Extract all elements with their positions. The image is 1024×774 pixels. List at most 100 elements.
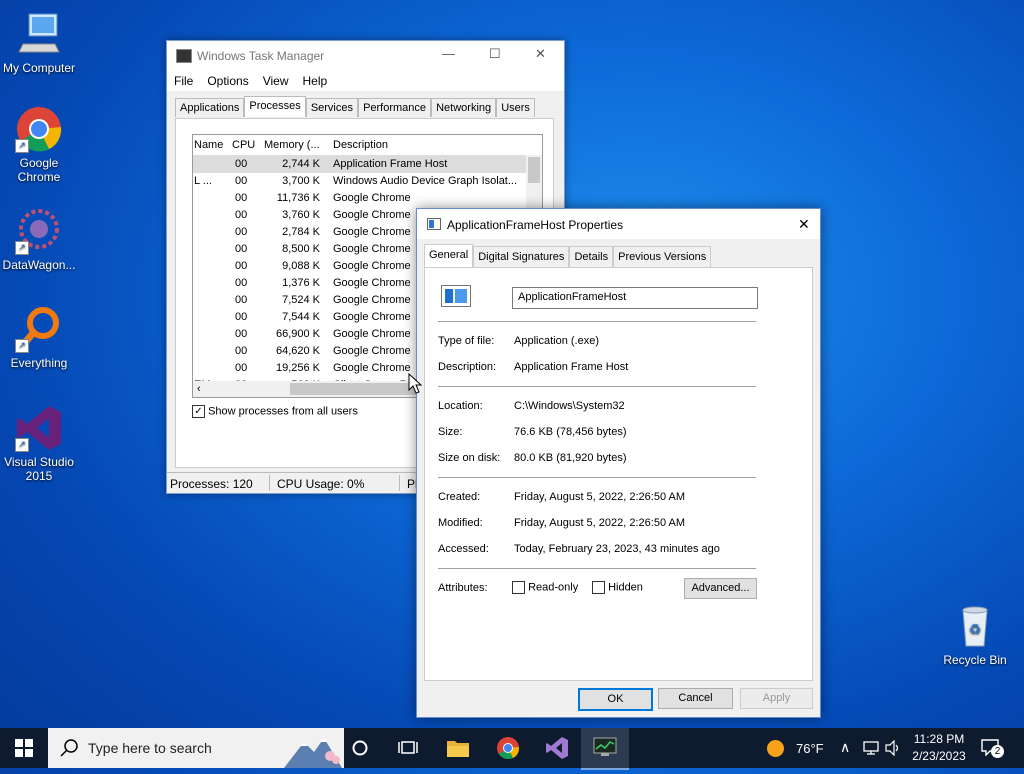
- process-cpu-cell: 00: [235, 345, 248, 357]
- desktop-icon-everything[interactable]: ↗ Everything: [0, 305, 78, 370]
- table-row[interactable]: 00 11,736 K Google Chrome: [193, 190, 542, 207]
- maximize-icon[interactable]: ☐: [489, 46, 501, 62]
- process-description-cell: Google Chrome: [333, 294, 411, 306]
- modified-value: Friday, August 5, 2022, 2:26:50 AM: [514, 517, 686, 529]
- shortcut-arrow-icon: ↗: [15, 438, 29, 452]
- dialog-title-bar[interactable]: ApplicationFrameHost Properties ✕: [417, 209, 820, 239]
- type-value: Application (.exe): [514, 335, 599, 347]
- desktop-icon-visual-studio[interactable]: ↗ Visual Studio 2015: [0, 404, 78, 483]
- tab-users[interactable]: Users: [496, 98, 535, 117]
- column-memory[interactable]: Memory (...: [264, 139, 320, 151]
- size-value: 76.6 KB (78,456 bytes): [514, 426, 627, 438]
- process-name-cell: L ...: [194, 175, 212, 187]
- desktop-icon-datawagon[interactable]: ↗ DataWagon...: [0, 207, 78, 272]
- readonly-checkbox[interactable]: Read-only: [512, 581, 578, 594]
- created-value: Friday, August 5, 2022, 2:26:50 AM: [514, 491, 686, 503]
- search-box[interactable]: Type here to search: [48, 728, 344, 768]
- weather-temperature: 76°F: [796, 741, 824, 756]
- weather-sun-icon: [767, 740, 784, 757]
- tab-networking[interactable]: Networking: [431, 98, 497, 117]
- cancel-button[interactable]: Cancel: [658, 688, 733, 709]
- checkbox-unchecked-icon[interactable]: [592, 581, 605, 594]
- checkbox-label: Show processes from all users: [208, 405, 358, 418]
- tab-general[interactable]: General: [424, 244, 474, 267]
- show-all-users-checkbox[interactable]: ✓ Show processes from all users: [192, 405, 358, 418]
- task-manager-icon: [176, 49, 192, 63]
- size-on-disk-value: 80.0 KB (81,920 bytes): [514, 452, 627, 464]
- checkbox-checked-icon[interactable]: ✓: [192, 405, 205, 418]
- desktop-icon-label: Visual Studio 2015: [4, 455, 74, 483]
- cortana-button[interactable]: [336, 728, 384, 768]
- desktop-icon-label: DataWagon...: [2, 258, 76, 272]
- table-row[interactable]: L ... 00 3,700 K Windows Audio Device Graph…: [193, 173, 542, 190]
- tab-strip: Applications Processes Services Performa…: [175, 96, 535, 118]
- tab-services[interactable]: Services: [305, 98, 358, 117]
- close-icon[interactable]: ✕: [798, 216, 810, 233]
- menu-help[interactable]: Help: [296, 71, 335, 91]
- status-divider: [399, 475, 400, 491]
- process-memory-cell: 3,760 K: [282, 209, 320, 221]
- column-cpu[interactable]: CPU: [232, 139, 255, 151]
- tab-details[interactable]: Details: [569, 246, 614, 267]
- taskbar-task-manager[interactable]: [581, 728, 629, 770]
- shortcut-arrow-icon: ↗: [15, 241, 29, 255]
- process-memory-cell: 2,744 K: [282, 158, 320, 170]
- folder-icon: [447, 741, 469, 757]
- menu-options[interactable]: Options: [200, 71, 255, 91]
- tab-processes[interactable]: Processes: [244, 96, 306, 117]
- process-cpu-cell: 00: [235, 226, 248, 238]
- tab-applications[interactable]: Applications: [175, 98, 245, 117]
- desktop-icon-my-computer[interactable]: My Computer: [0, 10, 78, 75]
- tab-previous-versions[interactable]: Previous Versions: [613, 246, 712, 267]
- tab-performance[interactable]: Performance: [358, 98, 432, 117]
- clock[interactable]: 11:28 PM 2/23/2023: [904, 731, 974, 765]
- show-hidden-icons-chevron-up-icon[interactable]: ∧: [840, 739, 850, 756]
- scroll-left-icon[interactable]: ‹: [197, 383, 201, 395]
- process-memory-cell: 7,524 K: [282, 294, 320, 306]
- menu-view[interactable]: View: [256, 71, 296, 91]
- volume-icon[interactable]: [884, 740, 902, 756]
- desktop-icon-label: Google Chrome: [17, 156, 61, 184]
- process-memory-cell: 2,784 K: [282, 226, 320, 238]
- column-name[interactable]: Name: [194, 139, 223, 151]
- column-description[interactable]: Description: [333, 139, 388, 151]
- ok-button[interactable]: OK: [578, 688, 653, 711]
- description-label: Description:: [438, 361, 497, 373]
- taskbar-visual-studio[interactable]: [533, 728, 581, 768]
- advanced-button[interactable]: Advanced...: [684, 578, 757, 599]
- attributes-label: Attributes:: [438, 582, 488, 594]
- process-cpu-cell: 00: [235, 192, 248, 204]
- menu-file[interactable]: File: [167, 71, 200, 91]
- notification-center-button[interactable]: 2: [980, 738, 1006, 760]
- task-view-button[interactable]: [384, 728, 432, 768]
- process-description-cell: Google Chrome: [333, 209, 411, 221]
- hidden-checkbox[interactable]: Hidden: [592, 581, 643, 594]
- network-icon[interactable]: [862, 740, 880, 756]
- taskbar-chrome[interactable]: [484, 728, 532, 768]
- properties-dialog[interactable]: ApplicationFrameHost Properties ✕ Genera…: [416, 208, 821, 718]
- accessed-value: Today, February 23, 2023, 43 minutes ago: [514, 543, 720, 555]
- process-memory-cell: 11,736 K: [276, 192, 320, 204]
- separator: [438, 386, 756, 387]
- clock-time: 11:28 PM: [913, 732, 965, 746]
- desktop-icon-recycle-bin[interactable]: ♻ Recycle Bin: [936, 602, 1014, 667]
- clock-date: 2/23/2023: [912, 749, 966, 763]
- process-cpu-cell: 00: [235, 175, 248, 187]
- title-bar[interactable]: Windows Task Manager — ☐ ✕: [167, 41, 564, 71]
- minimize-icon[interactable]: —: [442, 46, 455, 61]
- apply-button[interactable]: Apply: [740, 688, 813, 709]
- status-processes: Processes: 120: [170, 477, 253, 491]
- file-name-field[interactable]: ApplicationFrameHost: [512, 287, 758, 309]
- scroll-thumb[interactable]: [528, 157, 540, 183]
- taskbar-file-explorer[interactable]: [434, 728, 482, 768]
- everything-search-icon: ↗: [15, 305, 63, 353]
- tab-digital-signatures[interactable]: Digital Signatures: [473, 246, 570, 267]
- task-manager-icon: [593, 737, 617, 756]
- close-icon[interactable]: ✕: [535, 46, 546, 62]
- separator: [438, 477, 756, 478]
- table-row[interactable]: 00 2,744 K Application Frame Host: [193, 156, 542, 173]
- desktop-icon-chrome[interactable]: ↗ Google Chrome: [0, 105, 78, 184]
- start-button[interactable]: [0, 728, 48, 768]
- checkbox-unchecked-icon[interactable]: [512, 581, 525, 594]
- list-header: Name CPU Memory (... Description: [193, 135, 542, 156]
